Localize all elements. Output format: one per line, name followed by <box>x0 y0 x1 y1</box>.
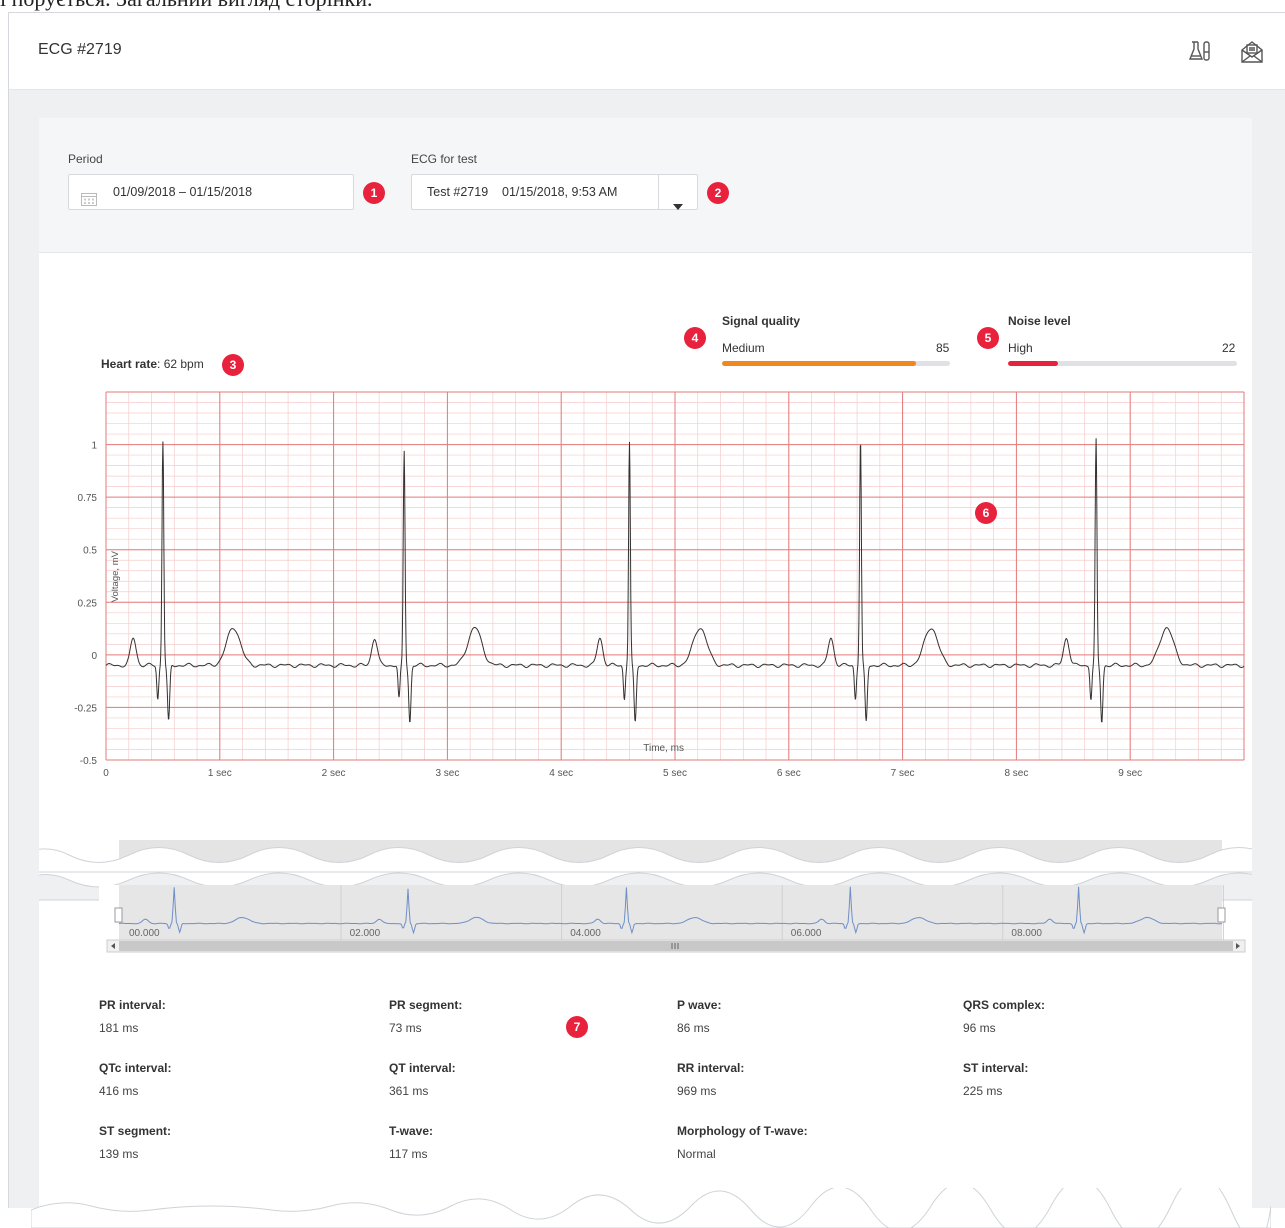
navigator-time-label: 00.000 <box>129 928 160 939</box>
ecg-test-name: Test #2719 <box>427 185 489 199</box>
callout-badge-4: 4 <box>684 327 706 349</box>
navigator-handle-right <box>1217 907 1226 923</box>
ecg-navigator[interactable]: 00.000 02.000 04.000 06.000 08.000 <box>39 800 1252 960</box>
stat-value: 969 ms <box>677 1084 717 1098</box>
stat-value: 181 ms <box>99 1021 139 1035</box>
period-label: Period <box>68 152 103 166</box>
stat-label: ST segment: <box>99 1124 172 1138</box>
stat-value: Normal <box>677 1147 716 1161</box>
stat-value: 73 ms <box>389 1021 422 1035</box>
period-value: 01/09/2018 – 01/15/2018 <box>113 185 253 199</box>
ecg-test-select[interactable]: Test #2719 01/15/2018, 9:53 AM <box>411 174 698 210</box>
x-tick-label: 5 sec <box>663 768 687 779</box>
stat-label: RR interval: <box>677 1061 745 1075</box>
y-tick-label: 0 <box>91 651 97 662</box>
calendar-icon <box>81 185 97 206</box>
stat-value: 86 ms <box>677 1021 710 1035</box>
stat-label: QTc interval: <box>99 1061 172 1075</box>
page-caption: і порується. Загальний вигляд сторінки. <box>0 0 372 12</box>
callout-badge-6: 6 <box>975 502 997 524</box>
y-tick-label: 0.75 <box>78 493 98 504</box>
stat-label: P wave: <box>677 998 722 1012</box>
callout-badge-2: 2 <box>707 182 729 204</box>
callout-badge-1: 1 <box>363 182 385 204</box>
page-title: ECG #2719 <box>38 41 122 58</box>
signal-quality-title: Signal quality <box>722 314 801 328</box>
heart-rate: Heart rate: 62 bpm <box>101 357 204 371</box>
stat-label: ST interval: <box>963 1061 1029 1075</box>
signal-quality-bar-fill <box>722 361 916 366</box>
noise-level-level: High <box>1008 341 1033 355</box>
filters-panel: Period 01/09/2018 – 01/15/2018 1 ECG for… <box>39 118 1252 253</box>
navigator-window <box>119 885 1222 940</box>
signal-quality-bar <box>722 361 950 366</box>
stat-value: 139 ms <box>99 1147 139 1161</box>
noise-level-bar <box>1008 361 1237 366</box>
x-tick-label: 8 sec <box>1004 768 1028 779</box>
x-tick-label: 7 sec <box>891 768 915 779</box>
navigator-time-label: 02.000 <box>350 928 381 939</box>
period-date-range-input[interactable]: 01/09/2018 – 01/15/2018 <box>68 174 354 210</box>
navigator-time-label: 08.000 <box>1011 928 1042 939</box>
stat-label: Morphology of T-wave: <box>677 1124 808 1138</box>
stat-value: 117 ms <box>389 1147 428 1161</box>
stat-value: 361 ms <box>389 1084 429 1098</box>
y-tick-label: 1 <box>91 441 97 452</box>
mail-icon[interactable] <box>1239 39 1265 65</box>
y-tick-label: -0.5 <box>80 756 98 767</box>
stat-value: 225 ms <box>963 1084 1003 1098</box>
stat-label: T-wave: <box>389 1124 434 1138</box>
heart-rate-label: Heart rate <box>101 357 158 371</box>
ecg-test-datetime: 01/15/2018, 9:53 AM <box>502 185 618 199</box>
stat-label: QT interval: <box>389 1061 456 1075</box>
navigator-handle-left <box>114 907 123 923</box>
navigator-time-label: 06.000 <box>791 928 822 939</box>
x-tick-label: 0 <box>103 768 109 779</box>
signal-quality-level: Medium <box>722 341 765 355</box>
navigator-scrollbar-thumb <box>119 941 1233 951</box>
signal-quality-value: 85 <box>936 341 950 355</box>
x-tick-label: 4 sec <box>549 768 573 779</box>
heart-rate-value: : 62 bpm <box>157 357 204 371</box>
app-frame: ECG #2719 Period 01/09/2018 – 01/15/2018 <box>8 12 1285 1228</box>
ecg-test-label: ECG for test <box>411 152 478 166</box>
stat-label: PR interval: <box>99 998 166 1012</box>
callout-badge-5: 5 <box>977 327 999 349</box>
y-tick-label: 0.5 <box>83 546 97 557</box>
x-axis-label: Time, ms <box>643 743 684 754</box>
top-bar: ECG #2719 <box>9 13 1285 90</box>
x-tick-label: 2 sec <box>322 768 346 779</box>
x-tick-label: 6 sec <box>777 768 801 779</box>
noise-level-value: 22 <box>1222 341 1236 355</box>
y-axis-label: Voltage, mV <box>110 550 121 602</box>
x-tick-label: 1 sec <box>208 768 232 779</box>
chevron-down-icon <box>673 189 683 223</box>
y-tick-label: 0.25 <box>78 598 98 609</box>
torn-edge-bottom <box>31 1188 1271 1228</box>
stat-value: 416 ms <box>99 1084 139 1098</box>
callout-badge-7: 7 <box>566 1016 588 1038</box>
callout-badge-3: 3 <box>222 354 244 376</box>
noise-level-bar-fill <box>1008 361 1059 366</box>
x-tick-label: 9 sec <box>1118 768 1142 779</box>
stat-label: QRS complex: <box>963 998 1046 1012</box>
ecg-chart[interactable]: 1 0.75 0.5 0.25 0 -0.25 -0.5 0 1 sec 2 sec 3 sec 4 … <box>39 380 1252 800</box>
stat-label: PR segment: <box>389 998 463 1012</box>
ecg-card: Period 01/09/2018 – 01/15/2018 1 ECG for… <box>31 118 1271 1228</box>
y-tick-label: -0.25 <box>74 703 97 714</box>
navigator-time-label: 04.000 <box>570 928 601 939</box>
lab-flask-icon[interactable] <box>1187 39 1213 65</box>
noise-level-title: Noise level <box>1008 314 1071 328</box>
stat-value: 96 ms <box>963 1021 996 1035</box>
x-tick-label: 3 sec <box>435 768 459 779</box>
